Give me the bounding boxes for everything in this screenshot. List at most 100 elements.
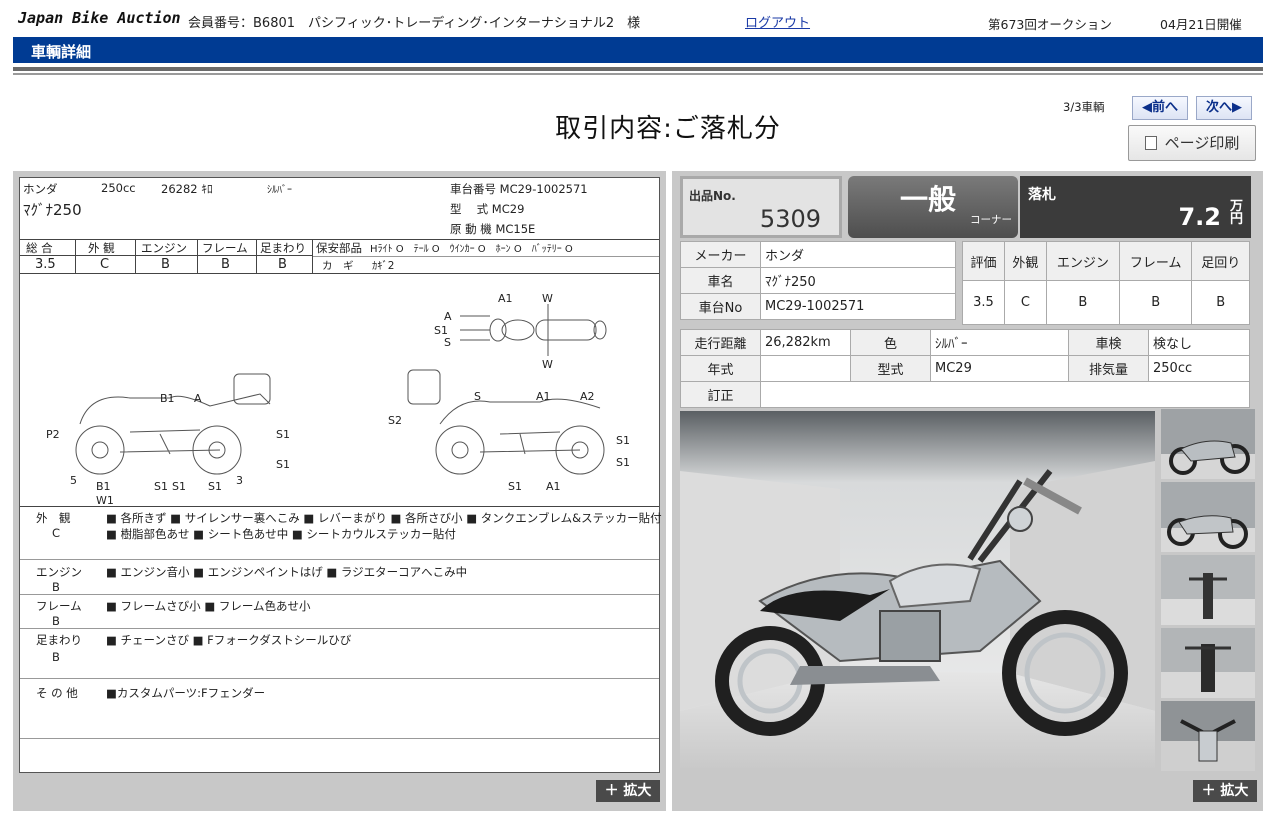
photo-thumbnail[interactable] (1161, 555, 1255, 625)
diagram-label: S1 (616, 456, 630, 469)
diagram-label: B1 (96, 480, 111, 493)
sheet-mileage: 26282 ｷﾛ (161, 182, 213, 196)
diagram-label: A1 (546, 480, 561, 493)
note-grade: B (52, 580, 60, 594)
main-photo[interactable] (680, 411, 1155, 768)
zoom-sheet-button[interactable]: ＋ 拡大 (596, 780, 660, 802)
sheet-engine-code: 原 動 機 MC15E (450, 222, 536, 236)
sheet-model-name: ﾏｸﾞﾅ250 (23, 201, 82, 219)
grade-value: B (278, 257, 287, 272)
vehicle-detail-table: 走行距離 26,282km 色 ｼﾙﾊﾞｰ 車検 検なし 年式 型式 MC29 … (680, 329, 1250, 408)
safety-items: Hﾗｲﾄ O ﾃｰﾙ O ｳｲﾝｶｰ O ﾎｰﾝ O ﾊﾞｯﾃﾘｰ O (370, 244, 573, 255)
inspection-sheet[interactable]: ホンダ 250cc 26282 ｷﾛ ｼﾙﾊﾞｰ ﾏｸﾞﾅ250 車台番号 MC… (19, 177, 662, 773)
sheet-frame-no: 車台番号 MC29-1002571 (450, 182, 588, 196)
grade-header: エンジン (141, 241, 187, 255)
grade-value: B (1191, 280, 1250, 325)
mileage-label: 走行距離 (680, 329, 761, 356)
corner-badge: 一般 コーナー (848, 176, 1018, 238)
note-text: ■ エンジン音小 ■ エンジンペイントはげ ■ ラジエターコアへこみ中 (106, 565, 468, 579)
zoom-photo-button[interactable]: ＋ 拡大 (1193, 780, 1257, 802)
sheet-cc: 250cc (101, 181, 136, 195)
note-text: ■ チェーンさび ■ Fフォークダストシールひび (106, 633, 352, 647)
diagram-label: S1 (172, 480, 186, 493)
divider (13, 67, 1263, 71)
diagram-label: A1 (498, 292, 513, 305)
diagram-label: W (542, 292, 553, 305)
diagram-label: S1 (154, 480, 168, 493)
divider (13, 73, 1263, 75)
next-button[interactable]: 次へ▶ (1196, 96, 1252, 120)
site-logo[interactable]: Japan Bike Auction (18, 9, 181, 27)
diagram-label: S1 (276, 428, 290, 441)
diagram-label: B1 (160, 392, 175, 405)
diagram-label: A1 (536, 390, 551, 403)
correction-value (760, 381, 1250, 408)
note-text: ■ フレームさび小 ■ フレーム色あせ小 (106, 599, 311, 613)
photo-thumbnail[interactable] (1161, 409, 1255, 479)
sheet-model-code: 型 式 MC29 (450, 202, 525, 216)
diagram-label: A (444, 310, 452, 323)
diagram-label: A (194, 392, 202, 405)
print-icon (1144, 136, 1157, 150)
sold-price-box: 落札 7.2 万円 (1020, 176, 1251, 238)
diagram-label: S2 (388, 414, 402, 427)
grade-header: 評価 (962, 241, 1005, 281)
sheet-color: ｼﾙﾊﾞｰ (267, 185, 292, 196)
maker-label: メーカー (680, 241, 761, 268)
sold-price: 7.2 (1178, 203, 1221, 231)
photo-thumbnail[interactable] (1161, 628, 1255, 698)
section-band: 車輌詳細 (13, 37, 1263, 63)
year-label: 年式 (680, 355, 761, 382)
lot-number: 5309 (759, 205, 821, 233)
diagram-label: W (542, 358, 553, 371)
auction-date: 04月21日開催 (1160, 17, 1242, 32)
top-bar: Japan Bike Auction 会員番号：B6801 パシフィック･トレー… (0, 0, 1276, 36)
print-button[interactable]: ページ印刷 (1128, 125, 1256, 161)
grade-header: フレーム (1118, 241, 1193, 281)
diagram-label: 5 (70, 474, 77, 487)
grade-value: B (1118, 280, 1193, 325)
diagram-label: S1 (208, 480, 222, 493)
grade-header: 足回り (1191, 241, 1250, 281)
diagram-label: 3 (236, 474, 243, 487)
note-grade: C (52, 526, 61, 540)
prev-button[interactable]: ◀前へ (1132, 96, 1188, 120)
damage-diagram: A1 W A S1 S W B1 A P2 S1 S1 5 B1 W1 S1 S… (46, 292, 630, 506)
diagram-label: P2 (46, 428, 60, 441)
photo-thumbnail[interactable] (1161, 482, 1255, 552)
note-label: 足まわり (36, 633, 82, 647)
correction-label: 訂正 (680, 381, 761, 408)
maker-value: ホンダ (760, 241, 956, 268)
photo-thumbnail[interactable] (1161, 701, 1255, 771)
grade-value: C (100, 257, 110, 272)
key-value: ｶｷﾞ2 (372, 260, 395, 272)
corner-label: コーナー (970, 214, 1012, 226)
logout-link[interactable]: ログアウト (745, 12, 810, 31)
diagram-label: A2 (580, 390, 595, 403)
key-label: カ ギ (322, 260, 354, 272)
print-label: ページ印刷 (1164, 134, 1240, 152)
color-value: ｼﾙﾊﾞｰ (930, 329, 1069, 356)
diagram-label: S (444, 336, 451, 349)
inspection-label: 車検 (1068, 329, 1149, 356)
note-label: そ の 他 (36, 686, 78, 700)
grade-value: B (1045, 280, 1120, 325)
member-info: 会員番号：B6801 パシフィック･トレーディング･インターナショナル2 様 (188, 16, 641, 31)
mileage-value: 26,282km (760, 329, 851, 356)
frame-label: 車台No (680, 293, 761, 320)
vehicle-counter: 3/3車輌 (1063, 100, 1105, 114)
note-label: エンジン (36, 565, 82, 579)
vehicle-basic-table: メーカー ホンダ 車名 ﾏｸﾞﾅ250 車台No MC29-1002571 (680, 241, 956, 320)
sold-label: 落札 (1028, 187, 1056, 203)
note-text: ■カスタムパーツ:Fフェンダー (106, 686, 266, 700)
note-grade: B (52, 650, 60, 664)
type-label: 型式 (850, 355, 931, 382)
inspection-sheet-panel: ホンダ 250cc 26282 ｷﾛ ｼﾙﾊﾞｰ ﾏｸﾞﾅ250 車台番号 MC… (13, 171, 666, 811)
note-grade: B (52, 614, 60, 628)
displacement-label: 排気量 (1068, 355, 1149, 382)
note-text: ■ 樹脂部色あせ ■ シート色あせ中 ■ シートカウルステッカー貼付 (106, 527, 456, 541)
price-unit: 万円 (1229, 199, 1243, 227)
grade-value: B (221, 257, 230, 272)
corner-name: 一般 (900, 183, 957, 216)
year-value (760, 355, 851, 382)
